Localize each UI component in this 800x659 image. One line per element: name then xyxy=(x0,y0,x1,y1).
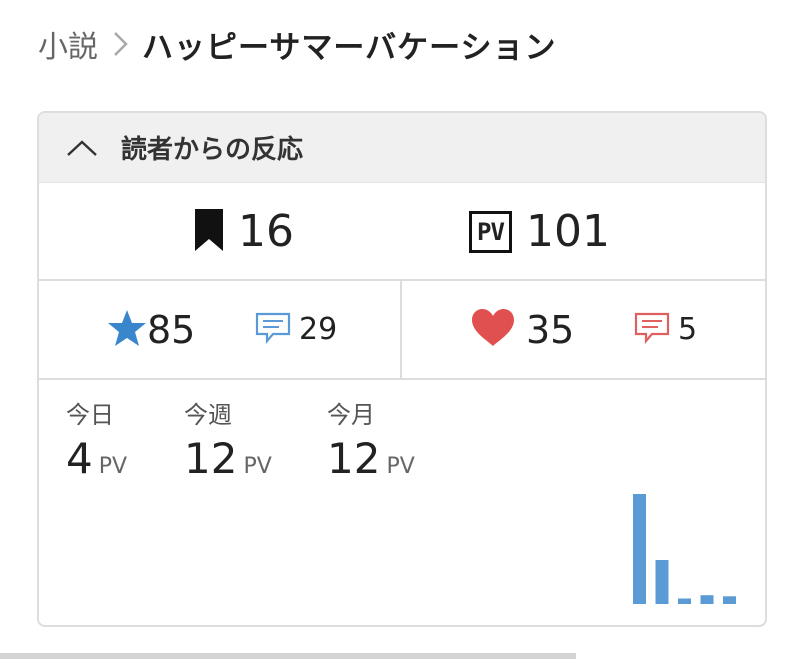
chevron-up-icon[interactable] xyxy=(65,138,99,158)
pv-today-value: 4 xyxy=(66,434,93,483)
star-comment-count: 29 xyxy=(299,312,338,347)
star-comment-stat[interactable]: 29 xyxy=(255,281,337,378)
comment-icon xyxy=(255,312,299,348)
pv-week: 今週 12 PV xyxy=(184,400,272,483)
heart-count: 35 xyxy=(526,307,575,352)
star-section: 85 29 xyxy=(39,281,402,378)
pv-total-stat: PV 101 xyxy=(469,183,610,280)
pv-bar-chart xyxy=(633,494,736,604)
feedback-row: 85 29 35 5 xyxy=(39,281,765,380)
pv-month-value: 12 xyxy=(327,434,381,483)
chart-bar xyxy=(633,494,646,604)
heart-stat[interactable]: 35 xyxy=(470,281,574,378)
heart-comment-stat[interactable]: 5 xyxy=(634,281,697,378)
pv-week-label: 今週 xyxy=(184,401,232,429)
pv-month-label: 今月 xyxy=(327,401,375,429)
totals-row: 16 PV 101 xyxy=(39,182,765,281)
star-icon xyxy=(107,309,147,351)
reactions-panel: 読者からの反応 16 PV 101 85 29 35 5 今日 4 PV 今週 … xyxy=(37,111,767,627)
chevron-right-icon xyxy=(112,29,130,59)
breadcrumb: 小説 ハッピーサマーバケーション xyxy=(38,22,556,66)
star-count: 85 xyxy=(147,307,196,352)
reactions-header[interactable]: 読者からの反応 xyxy=(39,113,765,182)
bookmark-stat[interactable]: 16 xyxy=(194,183,294,280)
reactions-title: 読者からの反応 xyxy=(121,135,304,165)
heart-icon xyxy=(470,308,526,352)
heart-section: 35 5 xyxy=(402,281,765,378)
bookmark-icon xyxy=(194,208,238,256)
chart-bar xyxy=(678,598,691,604)
bookmark-count: 16 xyxy=(238,206,294,257)
pv-periods-section: 今日 4 PV 今週 12 PV 今月 12 PV xyxy=(39,380,765,625)
pv-month: 今月 12 PV xyxy=(327,400,415,483)
page-title: ハッピーサマーバケーション xyxy=(142,29,557,66)
pv-today-label: 今日 xyxy=(66,401,114,429)
pv-unit: PV xyxy=(243,454,272,479)
pv-week-value: 12 xyxy=(184,434,238,483)
pv-unit: PV xyxy=(386,454,415,479)
chart-bar xyxy=(655,560,669,604)
pv-today: 今日 4 PV xyxy=(66,400,127,483)
heart-comment-count: 5 xyxy=(678,312,698,347)
star-stat[interactable]: 85 xyxy=(107,281,195,378)
breadcrumb-novel-link[interactable]: 小説 xyxy=(38,22,98,66)
pv-icon: PV xyxy=(469,210,512,253)
chart-bar xyxy=(723,596,736,604)
pv-unit: PV xyxy=(98,454,128,479)
comment-icon xyxy=(634,312,678,348)
pv-total-count: 101 xyxy=(526,206,610,257)
scrollbar[interactable] xyxy=(0,653,576,659)
chart-bar xyxy=(700,595,714,604)
